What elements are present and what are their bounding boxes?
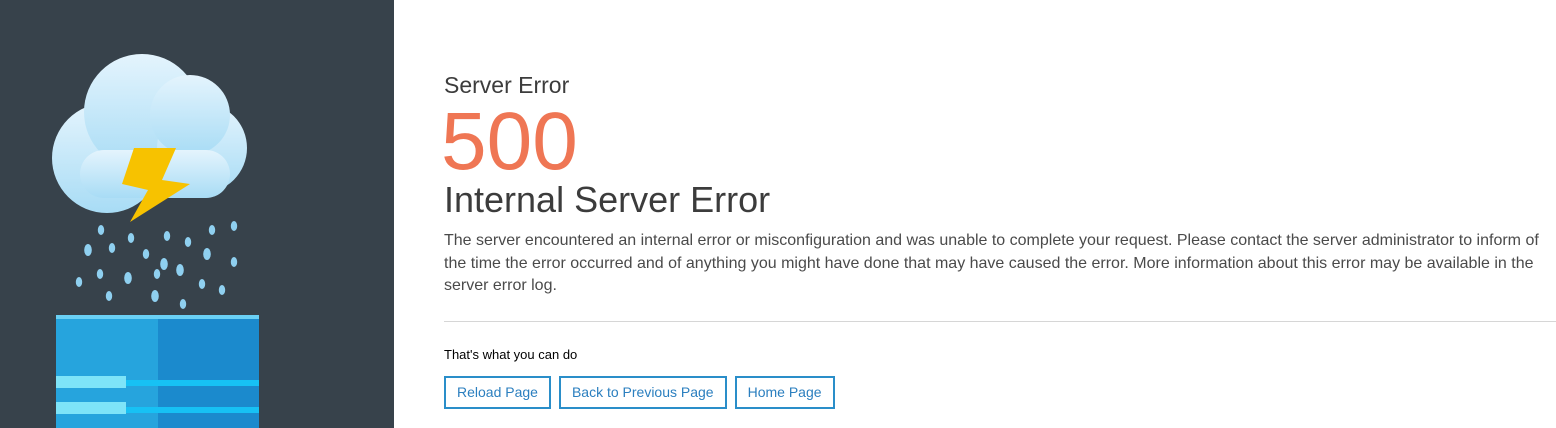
illustration-panel xyxy=(0,0,394,428)
back-to-previous-page-button[interactable]: Back to Previous Page xyxy=(558,376,727,409)
reload-page-button[interactable]: Reload Page xyxy=(444,376,551,409)
error-description: The server encountered an internal error… xyxy=(444,232,1539,294)
storm-illustration xyxy=(52,54,259,428)
home-page-button[interactable]: Home Page xyxy=(734,376,835,409)
divider xyxy=(444,321,1556,322)
error-page: Server Error 500 Internal Server Error T… xyxy=(0,0,1556,428)
error-code: 500 xyxy=(441,96,578,187)
error-title: Internal Server Error xyxy=(444,179,771,220)
actions-heading: That's what you can do xyxy=(444,347,578,362)
server-block-icon xyxy=(56,315,259,428)
error-subtitle: Server Error xyxy=(444,72,570,98)
action-buttons: Reload Page Back to Previous Page Home P… xyxy=(444,376,835,409)
error-content: Server Error 500 Internal Server Error T… xyxy=(441,0,1556,428)
rain-drops-icon xyxy=(75,221,238,309)
